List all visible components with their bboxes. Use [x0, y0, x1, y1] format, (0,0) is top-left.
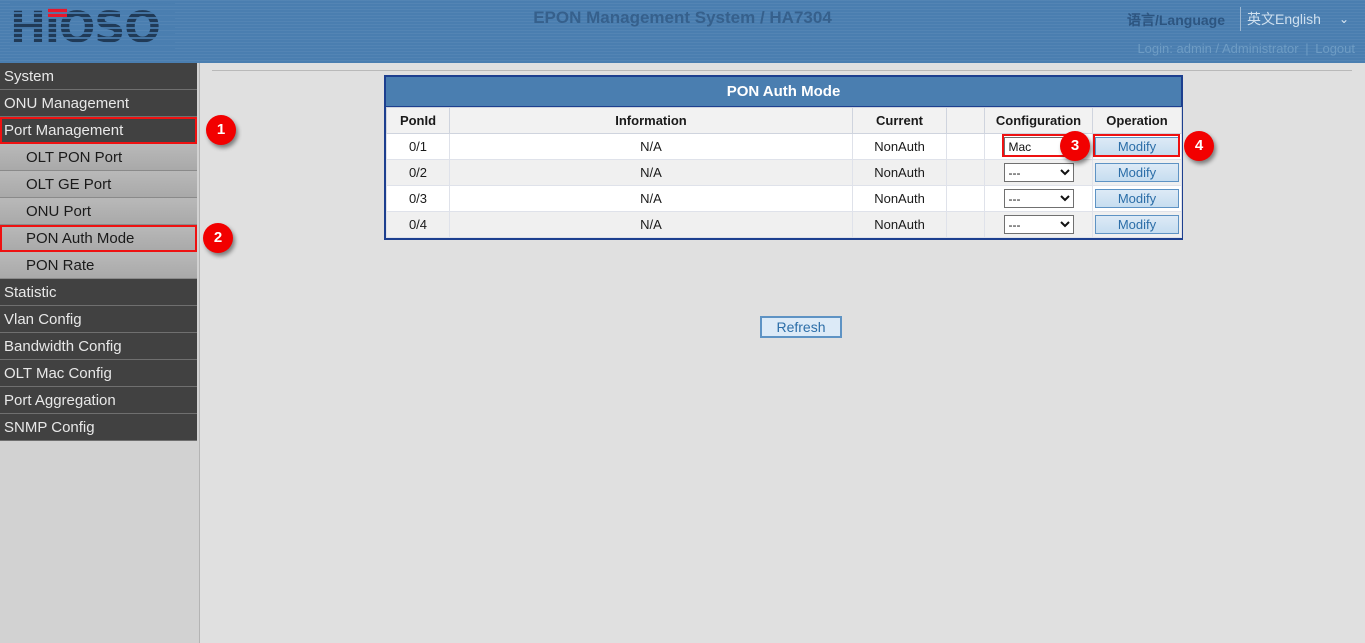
panel-title: PON Auth Mode [386, 77, 1181, 107]
configuration-select[interactable]: ---MacLoidLoidMacPwd [1004, 189, 1074, 208]
cell-configuration: ---MacLoidLoidMacPwd [985, 186, 1093, 212]
sidebar-item-olt-ge-port[interactable]: OLT GE Port [0, 171, 197, 198]
cell-information: N/A [450, 212, 853, 238]
sidebar-item-label: Port Aggregation [4, 392, 116, 409]
cell-current: NonAuth [853, 212, 947, 238]
cell-configuration: ---MacLoidLoidMacPwd [985, 160, 1093, 186]
sidebar-item-statistic[interactable]: Statistic [0, 279, 197, 306]
sidebar-item-label: Vlan Config [4, 311, 82, 328]
sidebar-item-onu-management[interactable]: ONU Management [0, 90, 197, 117]
content-top-rule [212, 70, 1352, 71]
column-header-spacer [947, 108, 985, 134]
table-header-row: PonIdInformationCurrent ConfigurationOper… [387, 108, 1182, 134]
cell-information: N/A [450, 160, 853, 186]
modify-button[interactable]: Modify [1095, 137, 1179, 156]
logout-link[interactable]: Logout [1315, 41, 1355, 56]
cell-current: NonAuth [853, 160, 947, 186]
refresh-button[interactable]: Refresh [760, 316, 842, 338]
modify-button[interactable]: Modify [1095, 189, 1179, 208]
configuration-select[interactable]: ---MacLoidLoidMacPwd [1004, 163, 1074, 182]
annotation-badge-1: 1 [206, 115, 236, 145]
cell-operation: Modify [1093, 186, 1182, 212]
annotation-badge-3: 3 [1060, 131, 1090, 161]
sidebar-item-label: Bandwidth Config [4, 338, 122, 355]
sidebar-item-olt-pon-port[interactable]: OLT PON Port [0, 144, 197, 171]
page-root: HiOSO EPON Management System / HA7304 语言… [0, 0, 1365, 643]
sidebar-item-pon-auth-mode[interactable]: PON Auth Mode [0, 225, 197, 252]
sidebar-item-system[interactable]: System [0, 63, 197, 90]
modify-button[interactable]: Modify [1095, 163, 1179, 182]
cell-pon-id: 0/4 [387, 212, 450, 238]
cell-configuration: ---MacLoidLoidMacPwd [985, 212, 1093, 238]
cell-current: NonAuth [853, 134, 947, 160]
chevron-down-icon: ⌄ [1339, 12, 1349, 26]
sidebar-item-label: Statistic [4, 284, 57, 301]
column-header-configuration: Configuration [985, 108, 1093, 134]
cell-pon-id: 0/1 [387, 134, 450, 160]
annotation-badge-2: 2 [203, 223, 233, 253]
table-row: 0/3N/ANonAuth ---MacLoidLoidMacPwd Modify [387, 186, 1182, 212]
language-select[interactable]: 英文English ⌄ [1240, 7, 1355, 31]
language-label: 语言/Language [1127, 10, 1225, 30]
sidebar-item-label: PON Auth Mode [26, 230, 134, 247]
table-row: 0/4N/ANonAuth ---MacLoidLoidMacPwd Modify [387, 212, 1182, 238]
sidebar-item-snmp-config[interactable]: SNMP Config [0, 414, 197, 441]
sidebar-item-pon-rate[interactable]: PON Rate [0, 252, 197, 279]
sidebar-item-port-management[interactable]: Port Management [0, 117, 197, 144]
cell-operation: Modify [1093, 160, 1182, 186]
login-status: Login: admin / Administrator | Logout [1137, 41, 1355, 56]
table-row: 0/2N/ANonAuth ---MacLoidLoidMacPwd Modify [387, 160, 1182, 186]
column-header-operation: Operation [1093, 108, 1182, 134]
sidebar-item-olt-mac-config[interactable]: OLT Mac Config [0, 360, 197, 387]
cell-operation: Modify [1093, 212, 1182, 238]
sidebar-item-label: PON Rate [26, 257, 94, 274]
sidebar-item-vlan-config[interactable]: Vlan Config [0, 306, 197, 333]
sidebar-item-label: OLT GE Port [26, 176, 111, 193]
login-user-text: Login: admin / Administrator [1137, 41, 1298, 56]
app-header: HiOSO EPON Management System / HA7304 语言… [0, 0, 1365, 63]
cell-spacer [947, 212, 985, 238]
sidebar-item-label: Port Management [4, 122, 123, 139]
modify-button[interactable]: Modify [1095, 215, 1179, 234]
cell-spacer [947, 160, 985, 186]
column-header-current: Current [853, 108, 947, 134]
sidebar-item-bandwidth-config[interactable]: Bandwidth Config [0, 333, 197, 360]
cell-pon-id: 0/2 [387, 160, 450, 186]
cell-current: NonAuth [853, 186, 947, 212]
cell-spacer [947, 134, 985, 160]
sidebar-item-label: ONU Management [4, 95, 129, 112]
login-separator: | [1302, 41, 1311, 56]
sidebar-item-label: OLT PON Port [26, 149, 122, 166]
pon-auth-table: PonIdInformationCurrent ConfigurationOper… [386, 107, 1182, 238]
pon-auth-mode-panel: PON Auth Mode PonIdInformationCurrent Con… [384, 75, 1183, 240]
column-header-information: Information [450, 108, 853, 134]
sidebar-item-label: OLT Mac Config [4, 365, 112, 382]
column-header-ponid: PonId [387, 108, 450, 134]
cell-information: N/A [450, 134, 853, 160]
sidebar-item-port-aggregation[interactable]: Port Aggregation [0, 387, 197, 414]
configuration-select[interactable]: ---MacLoidLoidMacPwd [1004, 215, 1074, 234]
annotation-badge-4: 4 [1184, 131, 1214, 161]
sidebar-item-onu-port[interactable]: ONU Port [0, 198, 197, 225]
language-select-value: 英文English [1247, 9, 1321, 29]
cell-spacer [947, 186, 985, 212]
sidebar-nav: System ONU Management Port Management OLT P… [0, 63, 199, 643]
cell-operation: Modify [1093, 134, 1182, 160]
sidebar-item-label: System [4, 68, 54, 85]
sidebar-item-label: SNMP Config [4, 419, 95, 436]
cell-information: N/A [450, 186, 853, 212]
cell-pon-id: 0/3 [387, 186, 450, 212]
sidebar-item-label: ONU Port [26, 203, 91, 220]
